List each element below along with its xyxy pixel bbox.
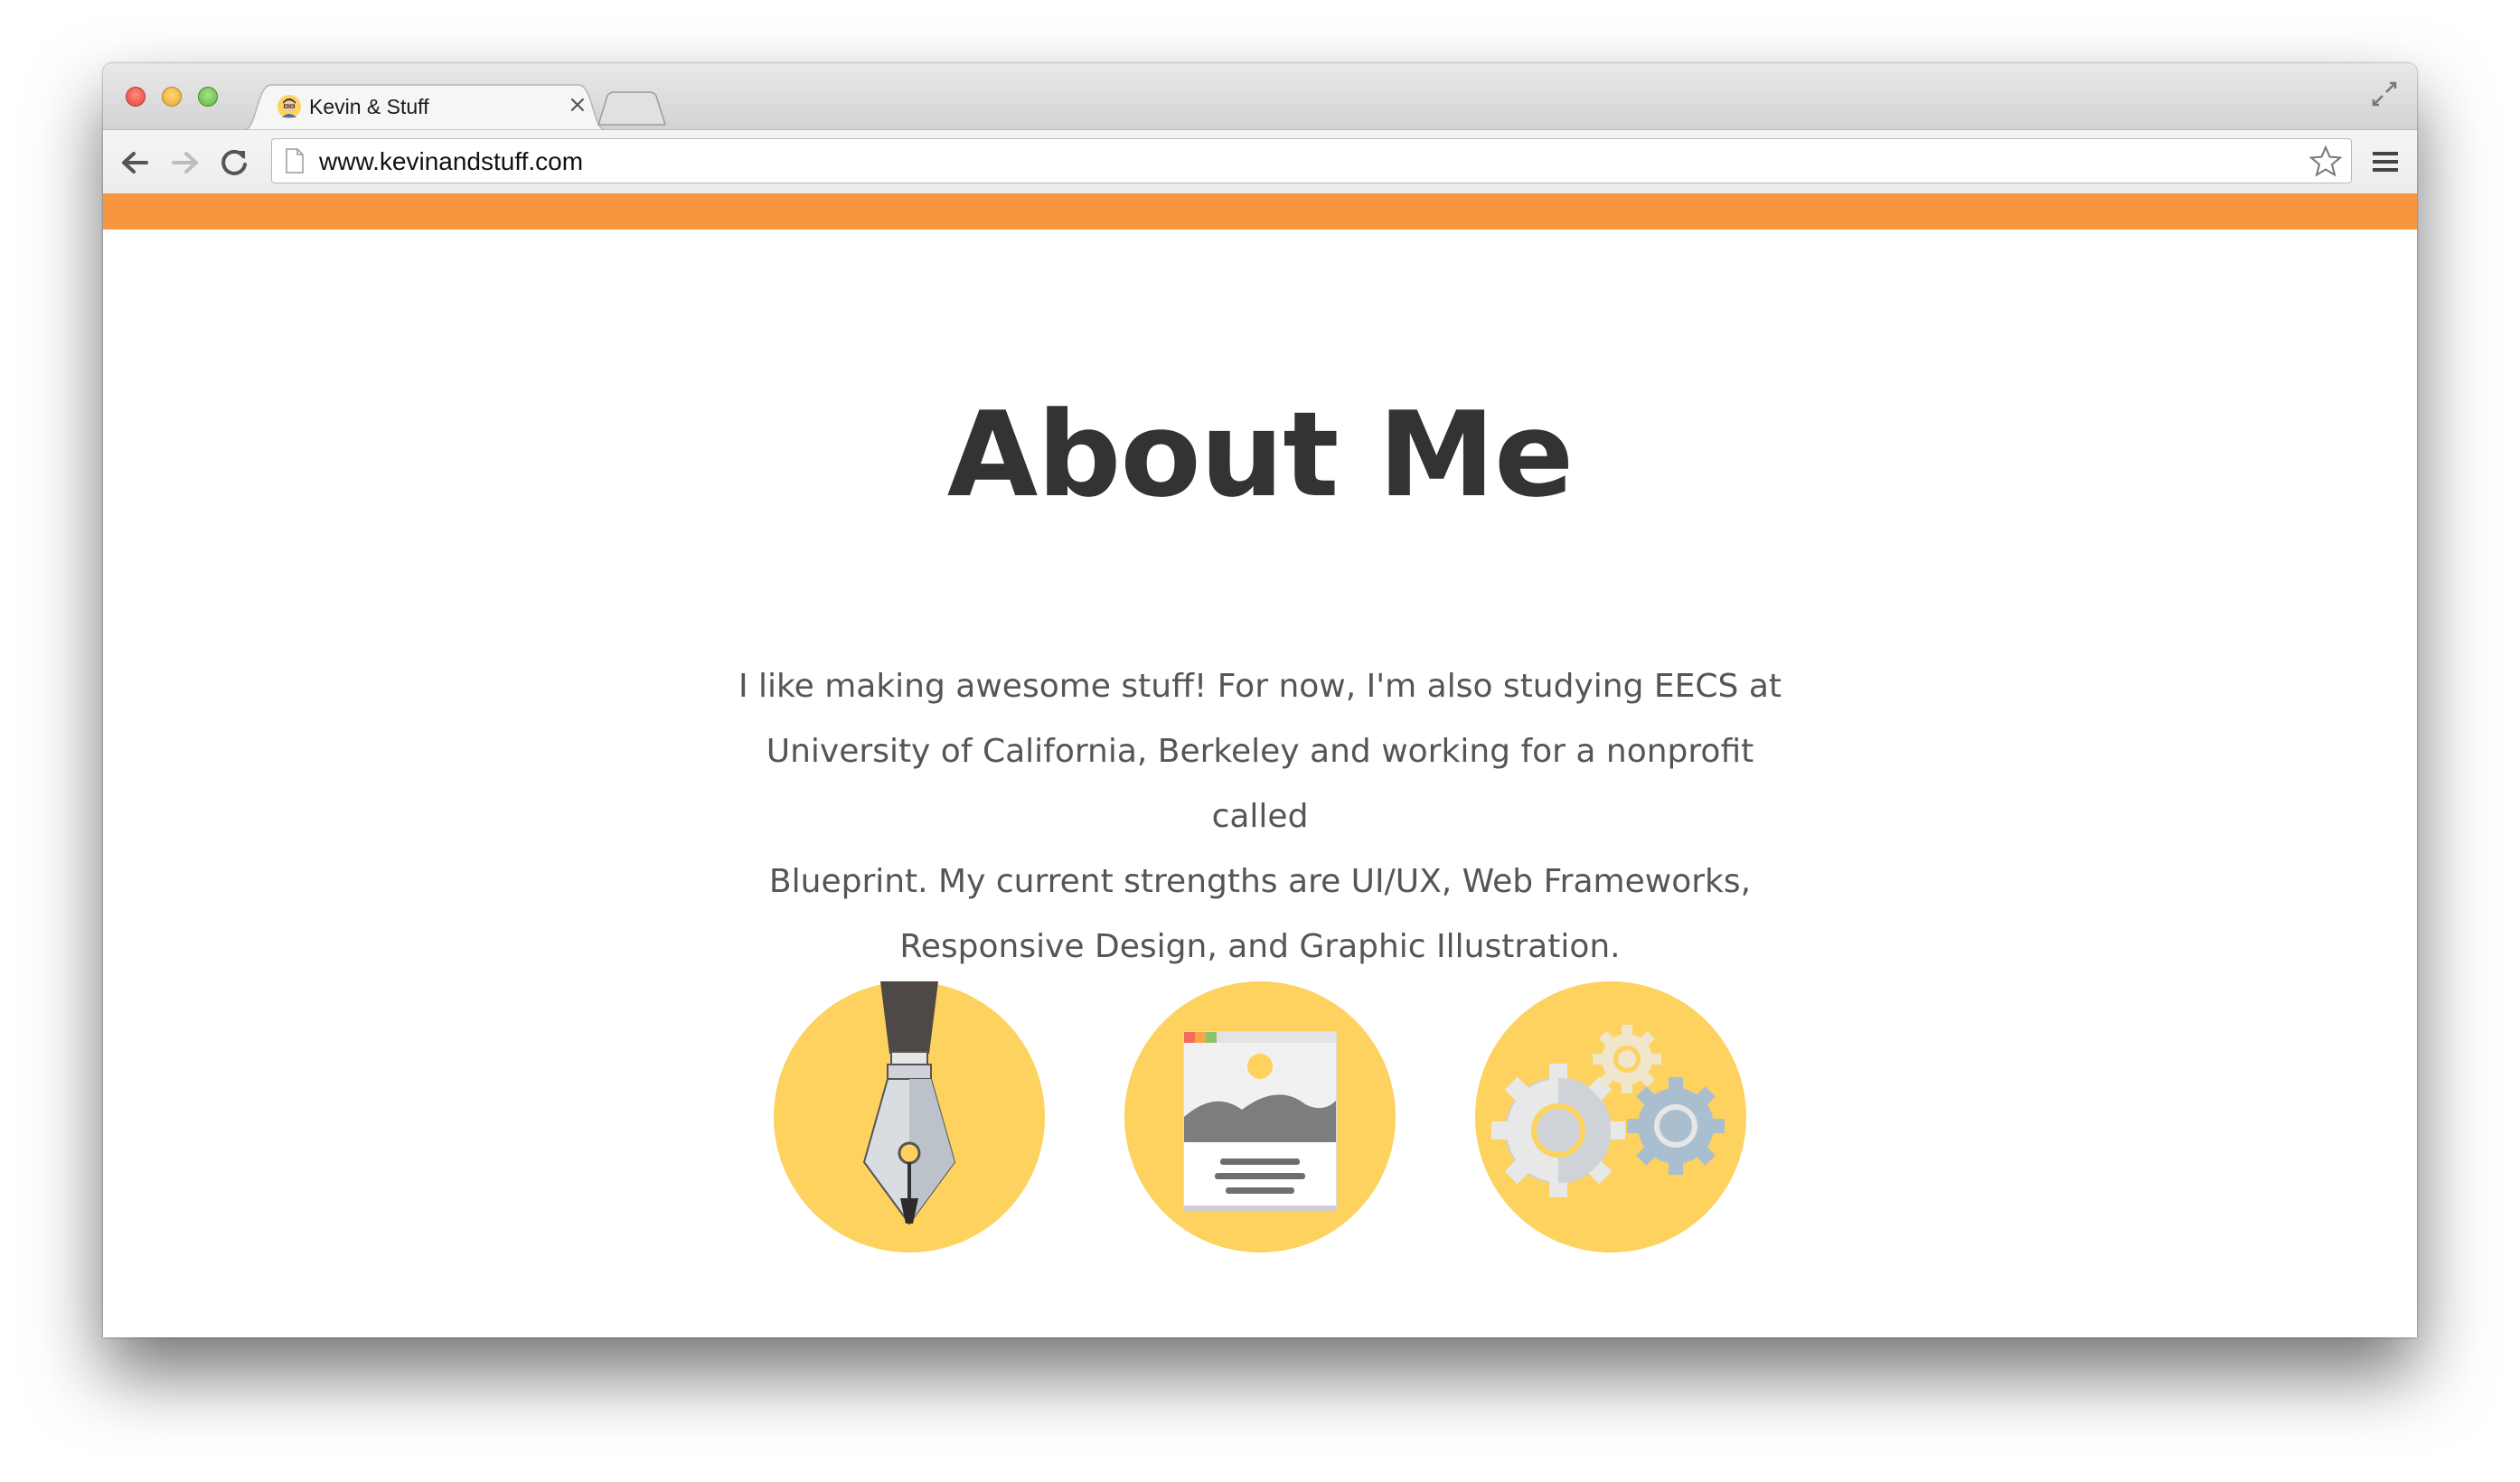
back-arrow-icon[interactable] (118, 145, 152, 180)
about-line: Blueprint. My current strengths are UI/U… (768, 863, 1752, 900)
reload-icon[interactable] (217, 145, 251, 180)
page-icon (286, 148, 304, 174)
window-close-button[interactable] (126, 87, 146, 107)
url-text[interactable]: www.kevinandstuff.com (319, 147, 583, 176)
avatar-favicon-icon (277, 95, 301, 118)
page-viewport: About Me I like making awesome stuff! Fo… (103, 193, 2417, 1337)
page-title: About Me (946, 386, 1574, 523)
browser-tab[interactable]: Kevin & Stuff × (244, 83, 606, 130)
tab-close-icon[interactable]: × (568, 91, 588, 118)
tab-title: Kevin & Stuff (309, 95, 429, 118)
accent-bar (103, 193, 2417, 230)
new-tab-button[interactable] (597, 90, 669, 127)
window-minimize-button[interactable] (162, 87, 182, 107)
browser-toolbar: www.kevinandstuff.com (103, 130, 2417, 194)
fullscreen-icon[interactable] (2370, 80, 2399, 108)
star-icon[interactable] (2308, 144, 2344, 180)
pen-nib-icon (774, 981, 1045, 1252)
screenshot-stage: Kevin & Stuff × www.kevinandstuff.com Ab… (0, 0, 2520, 1482)
gears-icon (1475, 981, 1746, 1252)
web-page-icon (1124, 981, 1396, 1252)
about-line: Responsive Design, and Graphic Illustrat… (899, 928, 1621, 965)
browser-window: Kevin & Stuff × www.kevinandstuff.com Ab… (103, 63, 2417, 1337)
about-line: I like making awesome stuff! For now, I'… (738, 668, 1782, 705)
about-paragraph: I like making awesome stuff! For now, I'… (718, 654, 1802, 980)
hamburger-menu-icon[interactable] (2370, 146, 2401, 177)
address-bar[interactable]: www.kevinandstuff.com (271, 138, 2352, 183)
tab-strip: Kevin & Stuff × (103, 63, 2417, 130)
window-zoom-button[interactable] (198, 87, 218, 107)
about-line: University of California, Berkeley and w… (766, 733, 1754, 835)
forward-arrow-icon[interactable] (168, 145, 202, 180)
